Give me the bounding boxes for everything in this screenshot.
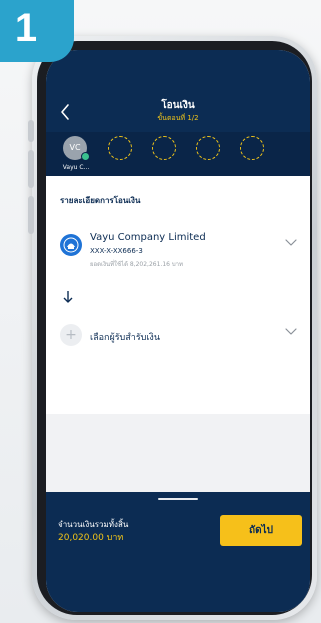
- recipient-empty-slot[interactable]: [240, 136, 264, 160]
- phone-volume-up-button: [28, 150, 34, 188]
- bank-logo-icon: [60, 234, 82, 256]
- select-receiver-label: เลือกผู้รับสำรับเงิน: [90, 333, 160, 343]
- summary-footer: จำนวนเงินรวมทั้งสิ้น 20,020.00 บาท ถัดไป: [46, 492, 310, 612]
- app-header: โอนเงิน ขั้นตอนที่ 1/2 VC Vayu C...: [46, 50, 310, 176]
- page-title: โอนเงิน: [161, 100, 195, 111]
- recent-recipients-bar: VC Vayu C...: [46, 132, 310, 176]
- chevron-down-icon[interactable]: [284, 236, 298, 250]
- total-amount-value: 20,020.00 บาท: [58, 533, 124, 543]
- recipient-empty-slot[interactable]: [196, 136, 220, 160]
- select-receiver-row[interactable]: + เลือกผู้รับสำรับเงิน: [46, 320, 310, 352]
- recipient-empty-slot[interactable]: [108, 136, 132, 160]
- sender-account-number: XXX-X-XX666-3: [90, 247, 143, 255]
- sender-account-row[interactable]: Vayu Company Limited XXX-X-XX666-3 ยอดเง…: [46, 228, 310, 274]
- step-badge-number: 1: [14, 6, 38, 50]
- phone-screen: โอนเงิน ขั้นตอนที่ 1/2 VC Vayu C... รายล…: [46, 50, 310, 612]
- selected-dot: [81, 152, 90, 161]
- arrow-down-icon: [63, 291, 73, 303]
- recipient-name: Vayu C...: [62, 164, 90, 171]
- phone-volume-down-button: [28, 196, 34, 234]
- next-button[interactable]: ถัดไป: [220, 515, 302, 546]
- transfer-details: รายละเอียดการโอนเงิน Vayu Company Limite…: [46, 176, 310, 414]
- recipient-empty-slot[interactable]: [152, 136, 176, 160]
- sender-available-balance: ยอดเงินที่ใช้ได้ 8,202,261.16 บาท: [90, 261, 183, 268]
- step-indicator: ขั้นตอนที่ 1/2: [157, 114, 199, 122]
- recipient-active[interactable]: VC Vayu C...: [60, 136, 92, 176]
- section-title: รายละเอียดการโอนเงิน: [60, 196, 141, 205]
- plus-icon: +: [60, 324, 82, 346]
- drag-handle[interactable]: [158, 498, 198, 500]
- step-badge: 1: [0, 0, 74, 62]
- sender-name: Vayu Company Limited: [90, 232, 206, 243]
- phone-side-button: [28, 120, 34, 142]
- chevron-down-icon[interactable]: [284, 325, 298, 339]
